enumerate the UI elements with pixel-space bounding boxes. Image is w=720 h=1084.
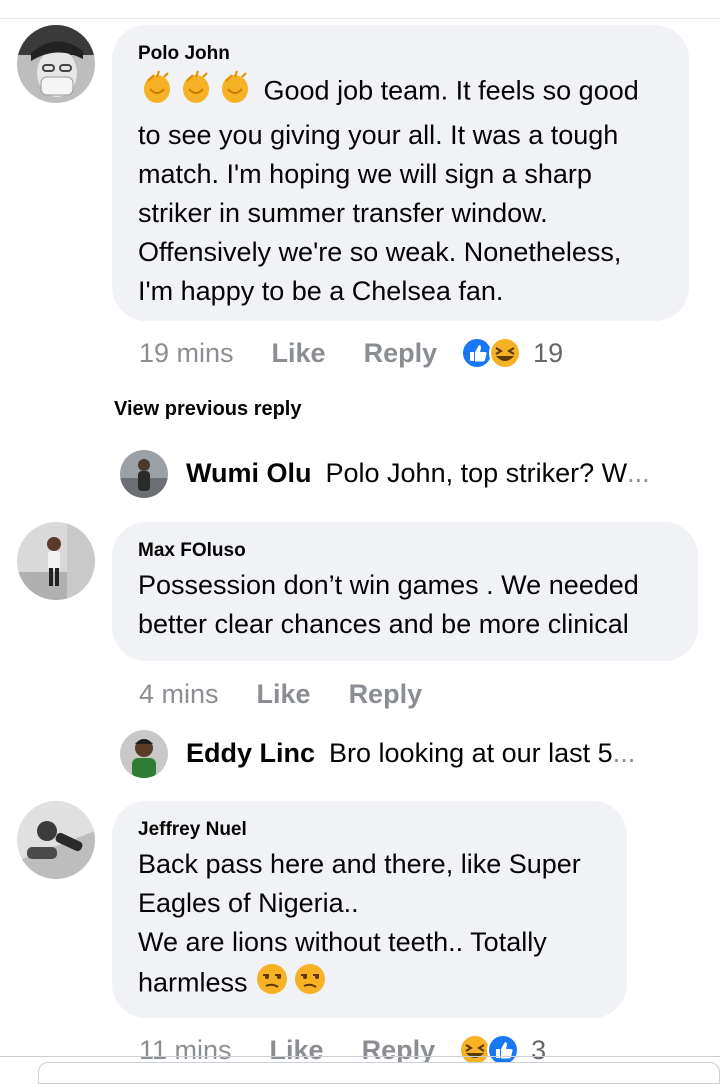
like-button[interactable]: Like	[272, 338, 326, 369]
reply-button[interactable]: Reply	[362, 1035, 436, 1066]
comment-line: Back pass here and there, like Super	[138, 849, 581, 879]
avatar-polo-john[interactable]	[17, 25, 95, 103]
reply-ellipsis: ...	[627, 458, 650, 488]
like-reaction-icon	[487, 1034, 520, 1066]
comment-line: harmless	[138, 962, 601, 1007]
comment-composer-edge[interactable]	[38, 1062, 720, 1084]
like-reaction-icon	[461, 337, 494, 369]
comment-time[interactable]: 4 mins	[139, 679, 219, 710]
comment-line: match. I'm hoping we will sign a sharp	[138, 159, 592, 189]
comment-line: Eagles of Nigeria..	[138, 888, 359, 918]
reply-author[interactable]: Wumi Olu	[186, 458, 312, 489]
reply-button[interactable]: Reply	[349, 679, 423, 710]
comment-line: Possession don’t win games . We needed	[138, 570, 639, 600]
comment-line: better clear chances and be more clinica…	[138, 609, 629, 639]
comment-author[interactable]: Max FOluso	[138, 540, 672, 562]
comment-meta: 19 mins Like Reply 19	[139, 334, 563, 372]
comment-line-text: harmless	[138, 967, 248, 998]
reply-text: Bro looking at our last 5	[329, 738, 613, 768]
reply-button[interactable]: Reply	[364, 338, 438, 369]
comment-line: We are lions without teeth.. Totally	[138, 927, 547, 957]
comment-author[interactable]: Polo John	[138, 43, 663, 65]
comment-line: to see you giving your all. It was a tou…	[138, 120, 619, 150]
like-button[interactable]: Like	[270, 1035, 324, 1066]
comment-time[interactable]: 11 mins	[139, 1035, 232, 1066]
avatar-max-foluso[interactable]	[17, 522, 95, 600]
reply-preview[interactable]: Wumi Olu Polo John, top striker? W ...	[186, 458, 650, 489]
clapping-hands-icon	[138, 69, 256, 116]
top-divider	[0, 18, 720, 19]
avatar-eddy-linc[interactable]	[120, 730, 168, 778]
haha-reaction-icon	[489, 337, 522, 369]
comment-meta: 4 mins Like Reply	[139, 675, 422, 713]
reaction-count[interactable]: 3	[531, 1035, 546, 1066]
comment-bubble: Jeffrey Nuel Back pass here and there, l…	[112, 801, 627, 1018]
like-button[interactable]: Like	[257, 679, 311, 710]
reactions-summary[interactable]	[461, 337, 523, 369]
comment-line: striker in summer transfer window.	[138, 198, 548, 228]
avatar-jeffrey-nuel[interactable]	[17, 801, 95, 879]
avatar-wumi-olu[interactable]	[120, 450, 168, 498]
unamused-face-icon	[255, 962, 329, 1007]
reaction-count[interactable]: 19	[533, 338, 563, 369]
reply-preview[interactable]: Eddy Linc Bro looking at our last 5 ...	[186, 738, 635, 769]
view-previous-reply-link[interactable]: View previous reply	[114, 398, 302, 421]
comment-line: Good job team. It feels so good	[138, 69, 663, 116]
reply-ellipsis: ...	[612, 738, 636, 768]
comment-text: Back pass here and there, like Super Eag…	[138, 845, 601, 1007]
comment-line-text: Good job team. It feels so good	[263, 75, 639, 106]
comment-line: I'm happy to be a Chelsea fan.	[138, 276, 504, 306]
comment-text: Good job team. It feels so good to see y…	[138, 69, 663, 311]
comment-bubble: Max FOluso Possession don’t win games . …	[112, 522, 698, 661]
reply-text: Polo John, top striker? W	[325, 458, 628, 488]
comment-time[interactable]: 19 mins	[139, 338, 234, 369]
bottom-divider	[0, 1056, 720, 1057]
comment-text: Possession don’t win games . We needed b…	[138, 566, 672, 644]
comment-line: Offensively we're so weak. Nonetheless,	[138, 237, 622, 267]
comment-author[interactable]: Jeffrey Nuel	[138, 819, 601, 841]
comment-bubble: Polo John Good job team. It feels so goo…	[112, 25, 689, 321]
haha-reaction-icon	[459, 1034, 492, 1066]
reply-author[interactable]: Eddy Linc	[186, 738, 315, 769]
